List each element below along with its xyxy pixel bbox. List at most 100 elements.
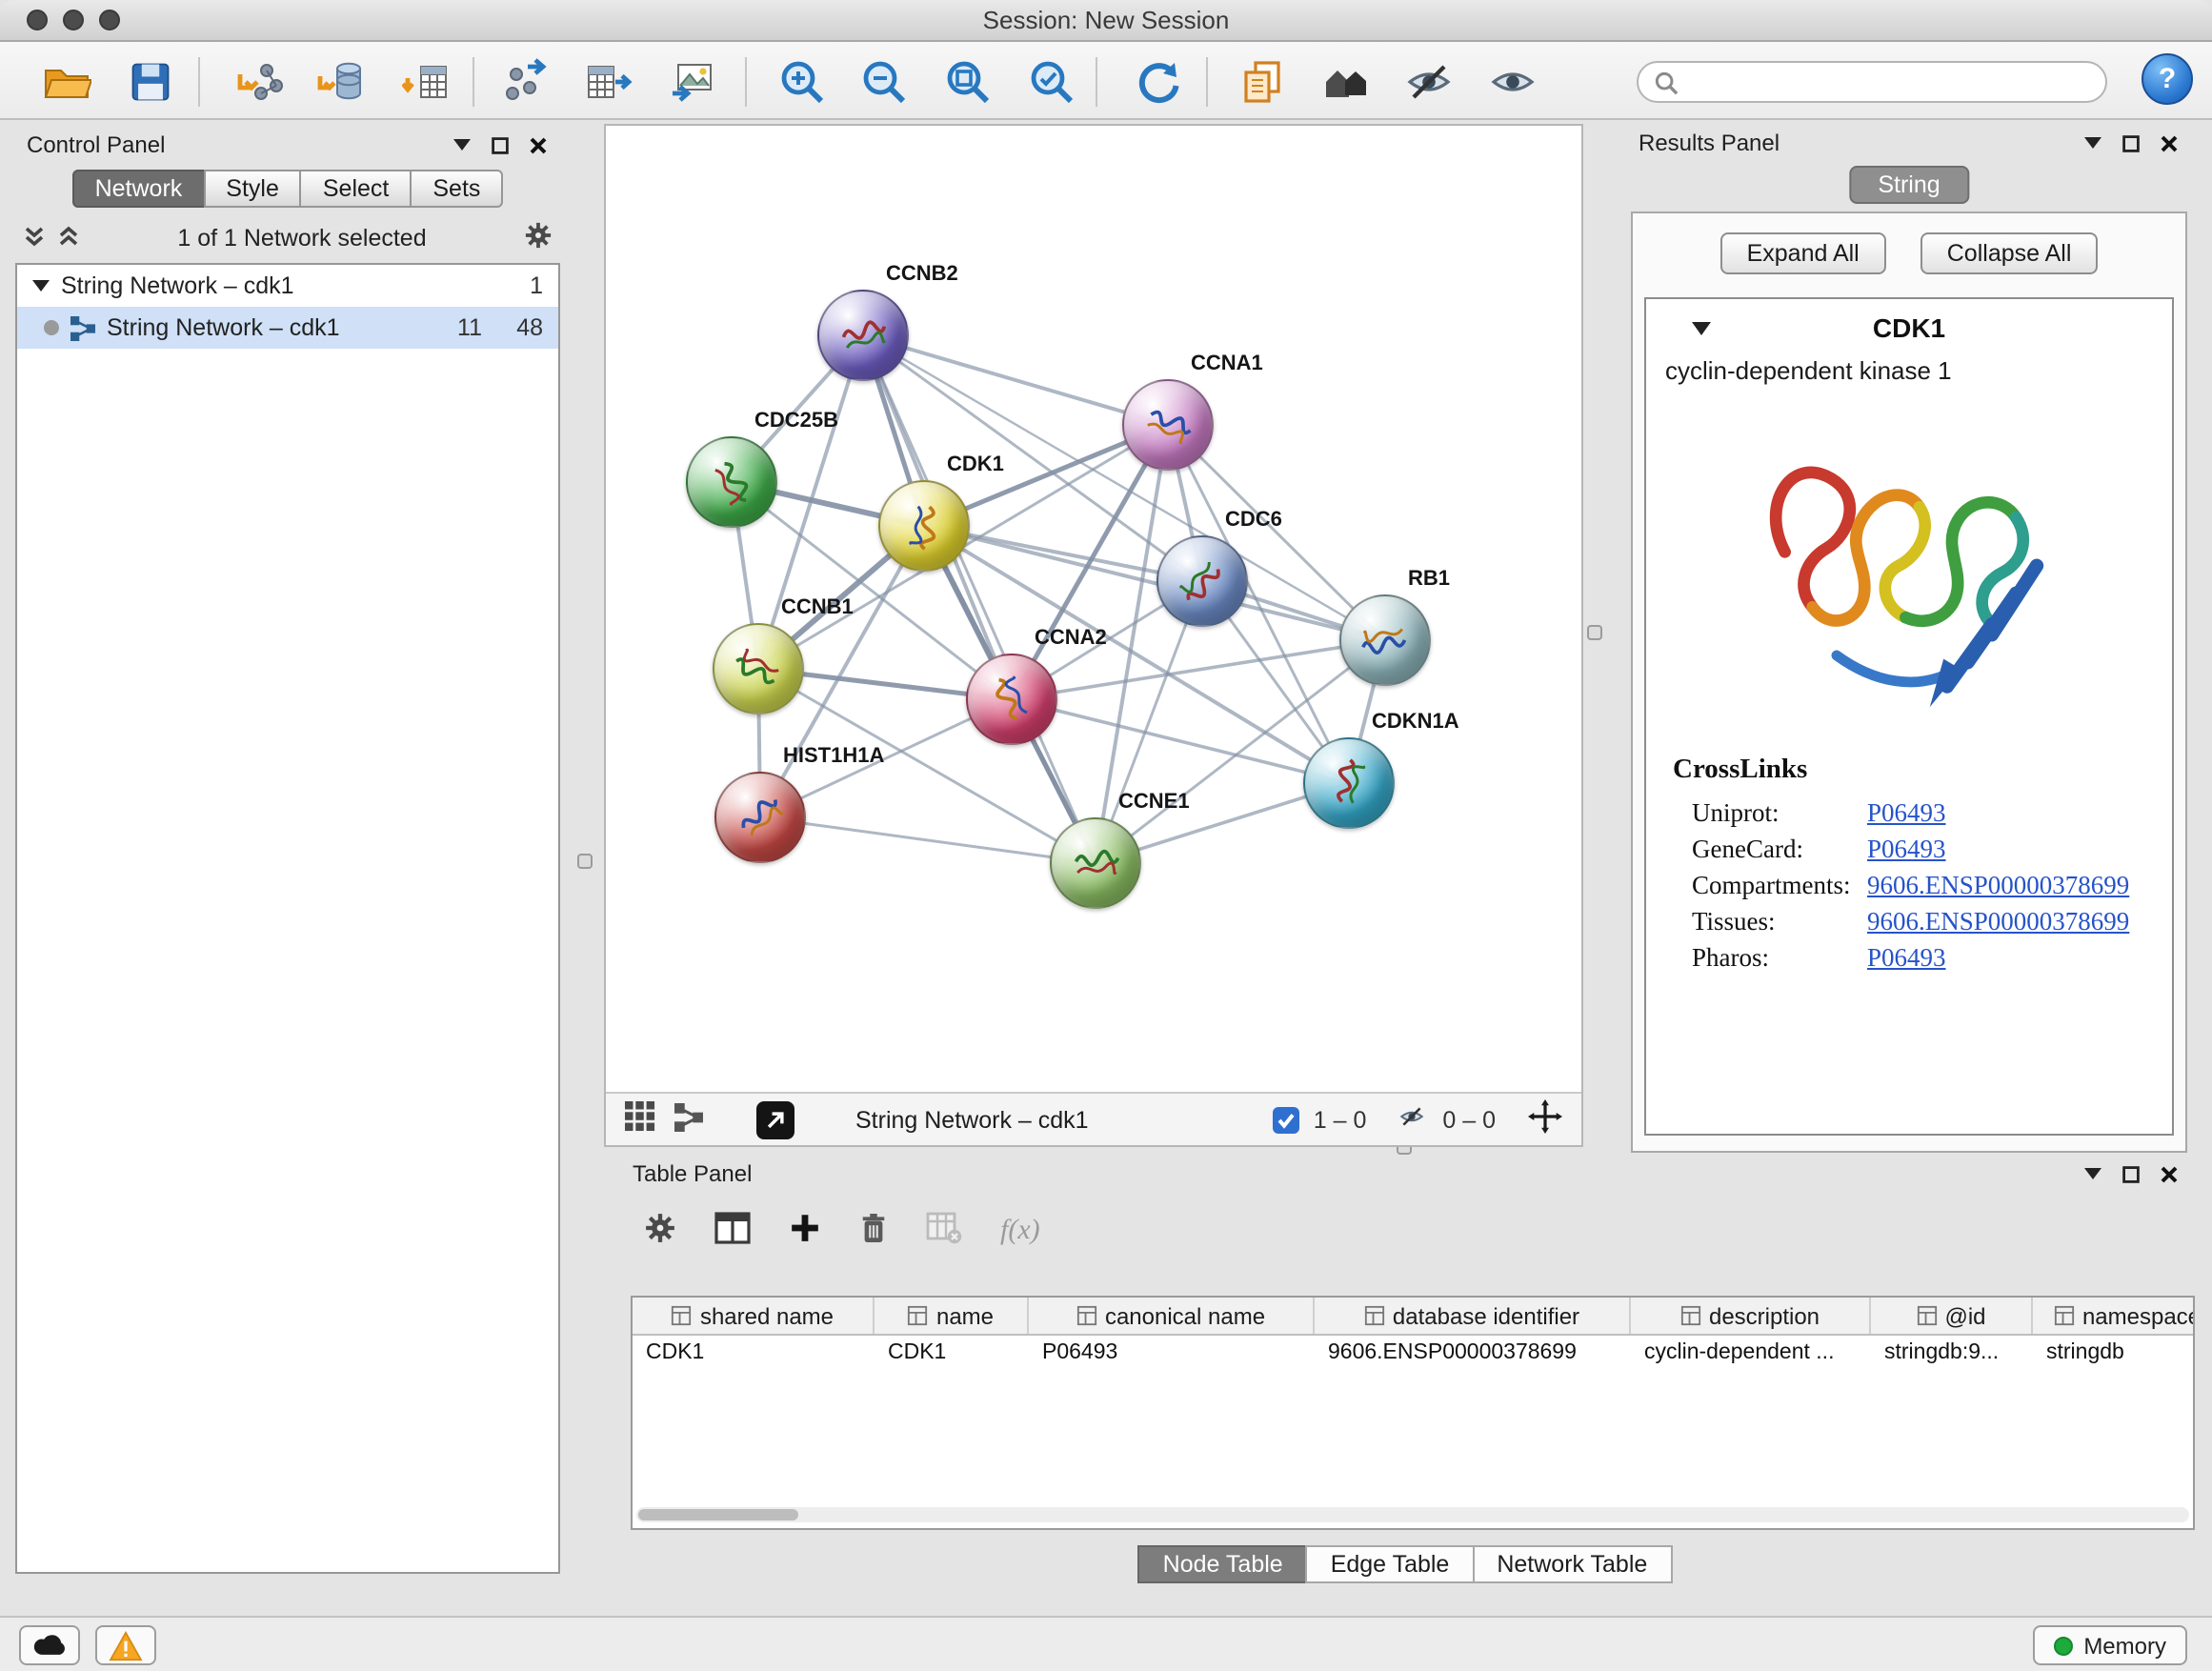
tab-style[interactable]: Style (203, 170, 302, 208)
horizontal-scrollbar[interactable] (636, 1507, 2189, 1522)
zoom-out-icon[interactable] (855, 53, 913, 111)
column-header[interactable]: description (1631, 1298, 1871, 1334)
tab-sets[interactable]: Sets (410, 170, 503, 208)
crosslink-genecard-link[interactable]: P06493 (1867, 835, 1946, 865)
column-header[interactable]: shared name (633, 1298, 875, 1334)
show-all-eye-icon[interactable] (1484, 53, 1541, 111)
selected-checkbox-icon[interactable] (1274, 1106, 1300, 1133)
control-panel-tabs: Network Style Select Sets (11, 170, 564, 208)
tree-expand-icon[interactable] (32, 280, 50, 292)
network-node-hist1h1a[interactable] (714, 772, 806, 863)
crosslink-label: Compartments: (1692, 871, 1867, 901)
memory-button[interactable]: Memory (2032, 1625, 2187, 1665)
help-icon[interactable]: ? (2142, 53, 2193, 105)
column-header[interactable]: canonical name (1029, 1298, 1315, 1334)
panel-close-icon[interactable] (526, 133, 549, 156)
refresh-icon[interactable] (1130, 53, 1187, 111)
crosslink-uniprot-link[interactable]: P06493 (1867, 798, 1946, 829)
panel-close-icon[interactable] (2157, 1162, 2180, 1185)
panel-collapse-icon[interactable] (450, 133, 473, 156)
add-column-plus-icon[interactable] (789, 1212, 821, 1250)
column-header[interactable]: database identifier (1315, 1298, 1631, 1334)
collapse-all-button[interactable]: Collapse All (1920, 232, 2099, 274)
tab-edge-table[interactable]: Edge Table (1306, 1545, 1475, 1583)
copy-document-icon[interactable] (1233, 53, 1290, 111)
show-columns-icon[interactable] (714, 1212, 751, 1250)
pan-crosshair-icon[interactable] (1528, 1099, 1562, 1139)
delete-column-trash-icon[interactable] (859, 1212, 888, 1250)
import-table-icon[interactable] (398, 53, 455, 111)
toolbar-separator (1096, 57, 1097, 107)
protein-section-header[interactable]: CDK1 (1646, 299, 2172, 356)
hide-selected-eye-icon[interactable] (1400, 53, 1458, 111)
network-node-label-cdc6: CDC6 (1225, 509, 1282, 532)
tab-network-table[interactable]: Network Table (1472, 1545, 1672, 1583)
open-session-icon[interactable] (38, 53, 95, 111)
panel-collapse-icon[interactable] (2081, 1162, 2103, 1185)
home-icon[interactable] (1318, 53, 1376, 111)
crosslink-tissues-link[interactable]: 9606.ENSP00000378699 (1867, 907, 2129, 937)
export-table-icon[interactable] (579, 53, 636, 111)
network-collection-row[interactable]: String Network – cdk1 1 (17, 265, 558, 307)
network-overview-icon[interactable] (674, 1102, 703, 1137)
tab-network[interactable]: Network (72, 170, 206, 208)
network-node-ccnb2[interactable] (817, 290, 909, 381)
column-header[interactable]: @id (1871, 1298, 2033, 1334)
tab-node-table[interactable]: Node Table (1138, 1545, 1308, 1583)
expand-tree-icon[interactable] (23, 224, 46, 252)
cell-description: cyclin-dependent ... (1631, 1336, 1871, 1374)
birdseye-view-icon[interactable] (625, 1101, 655, 1137)
search-input[interactable] (1690, 69, 2090, 95)
export-network-icon[interactable] (497, 53, 554, 111)
gear-icon[interactable] (524, 221, 553, 255)
zoom-fit-icon[interactable] (939, 53, 996, 111)
panel-collapse-icon[interactable] (2081, 131, 2103, 154)
vertical-splitter-handle[interactable] (577, 854, 593, 869)
table-row[interactable]: CDK1 CDK1 P06493 9606.ENSP00000378699 cy… (633, 1336, 2193, 1374)
crosslinks-title: CrossLinks (1673, 755, 2172, 787)
export-view-icon[interactable] (756, 1100, 794, 1138)
network-tree-item[interactable]: String Network – cdk1 11 48 (17, 307, 558, 349)
import-network-file-icon[interactable] (231, 53, 288, 111)
zoom-in-icon[interactable] (774, 53, 831, 111)
network-node-ccnb1[interactable] (713, 623, 804, 715)
save-session-icon[interactable] (122, 53, 179, 111)
expand-all-button[interactable]: Expand All (1720, 232, 1886, 274)
toolbar-search-box[interactable] (1637, 61, 2107, 103)
collapse-tree-icon[interactable] (57, 224, 80, 252)
panel-close-icon[interactable] (2157, 131, 2180, 154)
function-builder-icon[interactable]: f(x) (1000, 1215, 1040, 1247)
crosslink-pharos-link[interactable]: P06493 (1867, 943, 1946, 974)
column-header[interactable]: name (875, 1298, 1029, 1334)
warnings-button[interactable] (95, 1625, 156, 1665)
network-node-cdk1[interactable] (878, 480, 970, 572)
export-image-icon[interactable] (663, 53, 720, 111)
tab-select[interactable]: Select (300, 170, 412, 208)
network-icon (70, 315, 95, 340)
section-collapse-icon[interactable] (1692, 321, 1711, 334)
column-header[interactable]: namespace (2033, 1298, 2195, 1334)
cloud-button[interactable] (19, 1625, 80, 1665)
scrollbar-thumb[interactable] (638, 1509, 798, 1520)
hidden-eye-icon[interactable] (1395, 1103, 1429, 1136)
network-node-ccne1[interactable] (1050, 817, 1141, 909)
network-canvas[interactable]: CCNB2CCNA1CDC25BCDK1CDC6RB1CCNB1CCNA2CDK… (606, 126, 1581, 1092)
network-node-rb1[interactable] (1339, 594, 1431, 686)
network-node-cdc6[interactable] (1156, 535, 1248, 627)
network-node-count: 11 (432, 314, 482, 341)
table-settings-gear-icon[interactable] (644, 1212, 676, 1250)
panel-float-icon[interactable] (2119, 1162, 2142, 1185)
import-network-database-icon[interactable] (312, 53, 370, 111)
vertical-splitter-handle[interactable] (1587, 625, 1602, 640)
delete-table-icon[interactable] (926, 1212, 962, 1250)
network-node-label-ccna2: CCNA2 (1035, 627, 1107, 650)
crosslink-compartments-link[interactable]: 9606.ENSP00000378699 (1867, 871, 2129, 901)
network-node-cdc25b[interactable] (686, 436, 777, 528)
network-node-cdkn1a[interactable] (1303, 737, 1395, 829)
panel-float-icon[interactable] (488, 133, 511, 156)
network-node-ccna1[interactable] (1122, 379, 1214, 471)
panel-float-icon[interactable] (2119, 131, 2142, 154)
zoom-selected-icon[interactable] (1023, 53, 1080, 111)
network-node-ccna2[interactable] (966, 654, 1057, 745)
tab-string[interactable]: String (1849, 166, 1968, 204)
